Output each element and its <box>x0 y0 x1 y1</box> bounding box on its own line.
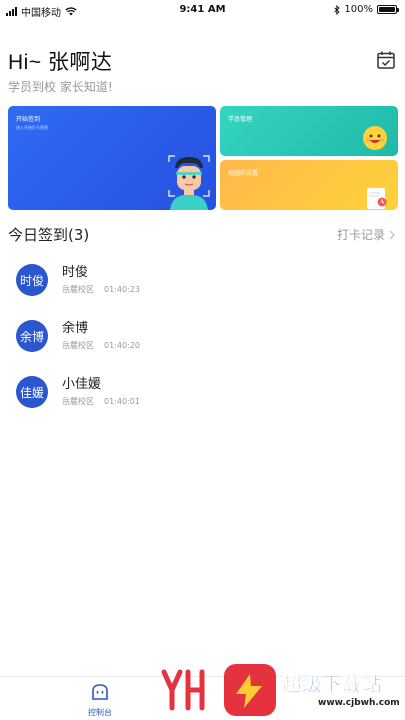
start-checkin-subtitle: 进入开始打卡签到 <box>16 125 48 130</box>
checkin-records-label: 打卡记录 <box>336 228 385 242</box>
bluetooth-icon <box>334 4 341 15</box>
student-avatar: 余博 <box>16 320 48 352</box>
student-name: 余博 <box>62 321 89 336</box>
student-avatar: 佳媛 <box>16 376 48 408</box>
student-meta: 岳麓校区 01:40:20 <box>62 340 140 351</box>
site-watermark: 超级下载站 www.cjbwh.com <box>158 660 405 720</box>
student-name: 小佳媛 <box>62 377 102 392</box>
today-checkin-title: 今日签到(3) <box>8 226 90 244</box>
start-checkin-title: 开始签到 <box>16 116 41 123</box>
campus-settings-card[interactable]: 校园的设置 <box>220 160 398 210</box>
student-checkin-row[interactable]: 时俊 时俊 岳麓校区 01:40:23 <box>0 258 405 308</box>
chevron-right-icon <box>389 230 395 239</box>
student-avatar: 时俊 <box>16 264 48 296</box>
student-meta: 岳麓校区 01:40:23 <box>62 284 140 295</box>
student-management-title: 学员管理 <box>228 116 253 123</box>
student-checkin-row[interactable]: 佳媛 小佳媛 岳麓校区 01:40:01 <box>0 370 405 420</box>
student-management-card[interactable]: 学员管理 <box>220 106 398 156</box>
greeting-title: Hi~ 张啊达 <box>8 51 113 74</box>
battery-fill <box>379 7 395 12</box>
watermark-text: 超级下载站 <box>282 672 383 697</box>
student-checkin-time: 01:40:01 <box>104 397 140 406</box>
calendar-check-icon[interactable] <box>376 50 396 70</box>
campus-settings-title: 校园的设置 <box>228 170 259 177</box>
student-name: 时俊 <box>62 265 89 280</box>
smiley-emoji-icon <box>363 126 387 150</box>
student-campus: 岳麓校区 <box>62 397 94 406</box>
tab-console[interactable]: 控制台 <box>80 683 120 717</box>
document-clock-icon <box>367 188 387 209</box>
student-campus: 岳麓校区 <box>62 285 94 294</box>
student-campus: 岳麓校区 <box>62 341 94 350</box>
battery-icon <box>377 5 399 14</box>
student-checkin-row[interactable]: 余博 余博 岳麓校区 01:40:20 <box>0 314 405 364</box>
student-meta: 岳麓校区 01:40:01 <box>62 396 140 407</box>
watermark-url: www.cjbwh.com <box>318 698 400 708</box>
console-icon <box>92 684 108 700</box>
status-bar: 中国移动 9:41 AM 100% <box>0 0 405 20</box>
student-checkin-time: 01:40:20 <box>104 341 140 350</box>
student-checkin-time: 01:40:23 <box>104 285 140 294</box>
status-right: 100% <box>334 4 399 15</box>
watermark-logo <box>161 664 276 716</box>
checkin-records-link[interactable]: 打卡记录 <box>337 226 395 243</box>
greeting-subtitle: 学员到校 家长知道! <box>8 80 113 94</box>
tab-console-label: 控制台 <box>88 708 112 717</box>
face-scan-icon <box>168 155 210 210</box>
start-checkin-card[interactable]: 开始签到 进入开始打卡签到 <box>8 106 216 210</box>
battery-percent: 100% <box>344 4 373 15</box>
